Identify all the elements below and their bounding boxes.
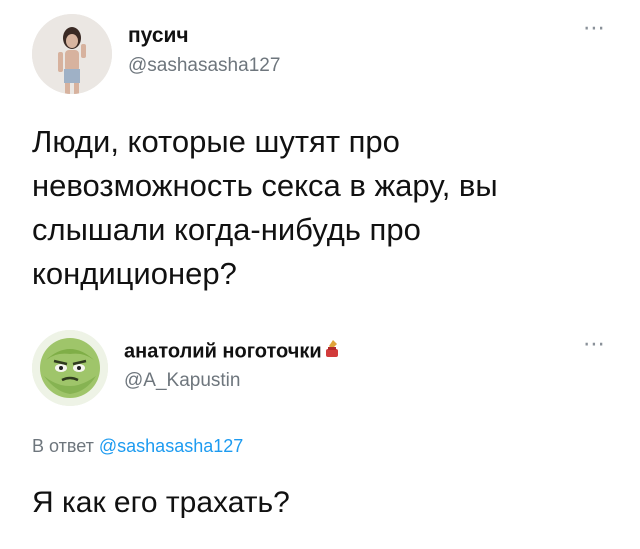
tweet-text: Люди, которые шутят про невозможность се…	[32, 124, 498, 291]
cabbage-avatar-image	[32, 330, 108, 406]
reply-author-name-text: анатолий ноготочки	[124, 340, 322, 363]
author-handle[interactable]: @sashasasha127	[128, 55, 280, 77]
reply-more-options-icon[interactable]: ⋯	[583, 334, 606, 356]
reply-author-handle[interactable]: @A_Kapustin	[124, 370, 240, 392]
reply-author-name[interactable]: анатолий ноготочки	[124, 339, 340, 365]
reply-tweet: анатолий ноготочки @A_Kapustin ⋯ В ответ…	[0, 310, 640, 549]
author-name[interactable]: пусич	[128, 24, 189, 48]
in-reply-to-prefix: В ответ	[32, 436, 99, 456]
reply-text: Я как его трахать?	[32, 486, 290, 519]
in-reply-to: В ответ @sashasasha127	[32, 436, 243, 457]
original-tweet: пусич @sashasasha127 ⋯ Люди, которые шут…	[0, 0, 640, 310]
nail-polish-icon	[324, 339, 340, 365]
in-reply-to-handle-link[interactable]: @sashasasha127	[99, 436, 243, 456]
avatar-photo	[32, 14, 112, 94]
reply-author-avatar[interactable]	[32, 330, 108, 406]
author-avatar[interactable]	[32, 14, 112, 94]
more-options-icon[interactable]: ⋯	[583, 18, 606, 40]
